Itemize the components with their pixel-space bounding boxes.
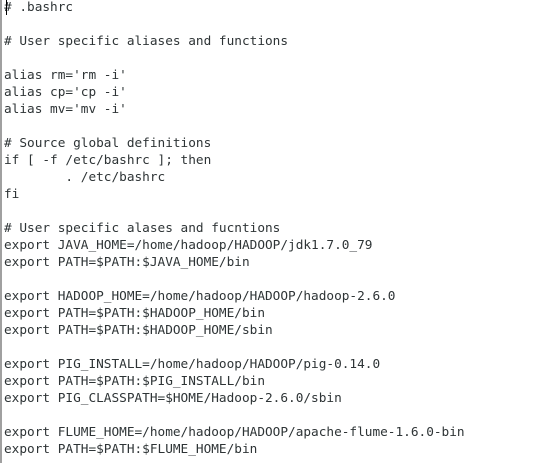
- editor-line[interactable]: [4, 203, 465, 220]
- editor-line[interactable]: [4, 407, 465, 424]
- editor-line[interactable]: [4, 271, 465, 288]
- editor-line[interactable]: # Source global definitions: [4, 135, 465, 152]
- text-editor[interactable]: # .bashrc # User specific aliases and fun…: [0, 0, 544, 463]
- editor-line[interactable]: export PATH=$PATH:$FLUME_HOME/bin: [4, 441, 465, 458]
- editor-line[interactable]: export PATH=$PATH:$HADOOP_HOME/bin: [4, 305, 465, 322]
- editor-line[interactable]: export PATH=$PATH:$JAVA_HOME/bin: [4, 254, 465, 271]
- editor-line[interactable]: [4, 118, 465, 135]
- editor-line[interactable]: export PIG_CLASSPATH=$HOME/Hadoop-2.6.0/…: [4, 390, 465, 407]
- text-cursor: [6, 0, 7, 15]
- editor-line[interactable]: export PIG_INSTALL=/home/hadoop/HADOOP/p…: [4, 356, 465, 373]
- editor-line[interactable]: [4, 50, 465, 67]
- editor-line[interactable]: export JAVA_HOME=/home/hadoop/HADOOP/jdk…: [4, 237, 465, 254]
- editor-line[interactable]: if [ -f /etc/bashrc ]; then: [4, 152, 465, 169]
- editor-line[interactable]: . /etc/bashrc: [4, 169, 465, 186]
- editor-line[interactable]: alias mv='mv -i': [4, 101, 465, 118]
- editor-line[interactable]: export PATH=$PATH:$HADOOP_HOME/sbin: [4, 322, 465, 339]
- editor-line[interactable]: [4, 339, 465, 356]
- editor-line[interactable]: # User specific alases and fucntions: [4, 220, 465, 237]
- editor-line[interactable]: # .bashrc: [4, 0, 465, 16]
- editor-line[interactable]: export FLUME_HOME=/home/hadoop/HADOOP/ap…: [4, 424, 465, 441]
- editor-line[interactable]: export PATH=$PATH:$PIG_INSTALL/bin: [4, 373, 465, 390]
- editor-line[interactable]: alias cp='cp -i': [4, 84, 465, 101]
- editor-text-area[interactable]: # .bashrc # User specific aliases and fun…: [4, 0, 465, 458]
- editor-line[interactable]: alias rm='rm -i': [4, 67, 465, 84]
- editor-line[interactable]: export HADOOP_HOME=/home/hadoop/HADOOP/h…: [4, 288, 465, 305]
- editor-line[interactable]: [4, 16, 465, 33]
- editor-line[interactable]: # User specific aliases and functions: [4, 33, 465, 50]
- editor-line[interactable]: fi: [4, 186, 465, 203]
